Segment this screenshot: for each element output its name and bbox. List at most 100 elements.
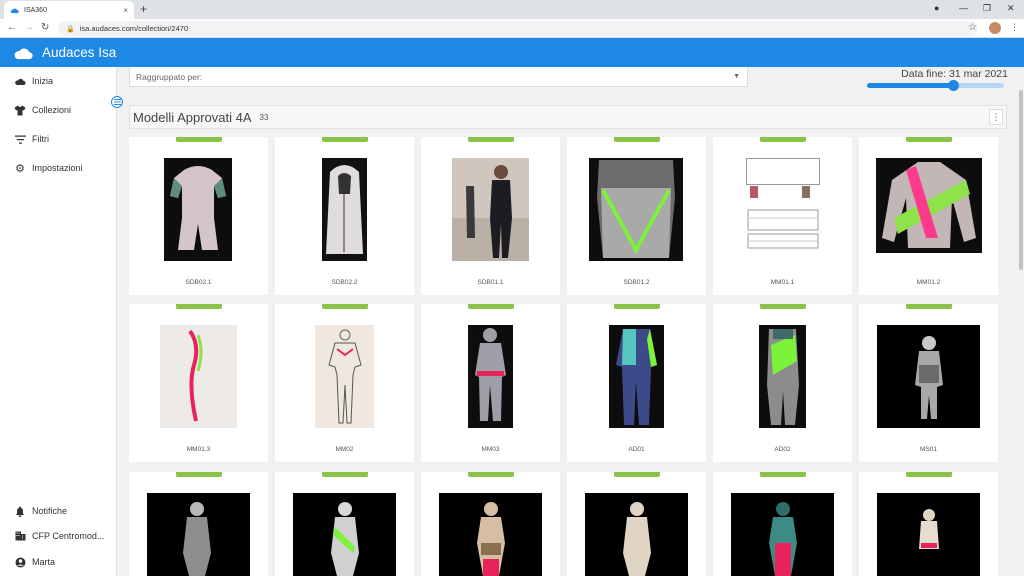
model-card[interactable]: MM01.3 xyxy=(129,304,268,462)
sidebar-item-label: Inizia xyxy=(32,76,54,86)
close-tab-icon[interactable]: × xyxy=(123,6,128,15)
model-label: SDB02.1 xyxy=(185,279,212,286)
model-card[interactable]: MS01 xyxy=(859,304,998,462)
status-bar xyxy=(614,304,660,309)
browser-tab[interactable]: ISA360 × xyxy=(4,1,134,19)
model-thumbnail[interactable] xyxy=(147,493,250,576)
model-thumbnail[interactable] xyxy=(439,493,542,576)
model-card[interactable]: SDB02.1 xyxy=(129,137,268,295)
browser-menu-icon[interactable]: ⋮ xyxy=(1010,22,1019,33)
sidebar-item-label: Filtri xyxy=(32,134,49,144)
model-card[interactable]: SDB02.2 xyxy=(275,137,414,295)
date-end-label: Data fine: 31 mar 2021 xyxy=(901,68,1008,80)
model-card[interactable]: AD01 xyxy=(567,304,706,462)
model-card[interactable]: MM03 xyxy=(421,304,560,462)
model-thumbnail[interactable] xyxy=(877,493,980,576)
status-bar xyxy=(468,137,514,142)
back-arrow-icon[interactable]: ← xyxy=(7,22,17,33)
profile-avatar[interactable] xyxy=(989,22,1001,34)
model-label: MM01.1 xyxy=(770,279,795,286)
sidebar-item-inizia[interactable]: Inizia xyxy=(14,75,53,87)
model-thumbnail[interactable] xyxy=(452,158,529,261)
status-bar xyxy=(760,304,806,309)
lock-icon: 🔒 xyxy=(66,25,75,33)
model-card[interactable] xyxy=(275,472,414,576)
user-icon xyxy=(14,556,26,568)
model-card[interactable]: MM01.1 xyxy=(713,137,852,295)
sidebar-item-collezioni[interactable]: Collezioni xyxy=(14,104,71,116)
model-card[interactable]: AD02 xyxy=(713,304,852,462)
address-bar[interactable]: 🔒 isa.audaces.com/collection/2470 xyxy=(58,21,978,36)
section-menu-button[interactable]: ⋮ xyxy=(989,109,1003,125)
sidebar-item-filtri[interactable]: Filtri xyxy=(14,133,49,145)
model-label: MM01.3 xyxy=(186,446,211,453)
model-thumbnail[interactable] xyxy=(322,158,367,261)
group-by-select[interactable]: Raggruppato per: ▼ xyxy=(129,67,748,87)
status-bar xyxy=(176,137,222,142)
filter-icon xyxy=(14,133,26,145)
status-bar xyxy=(176,304,222,309)
status-bar xyxy=(176,472,222,477)
date-slider-handle[interactable] xyxy=(948,80,960,91)
close-window-button[interactable]: ✕ xyxy=(1007,3,1015,14)
model-label: MM02 xyxy=(335,446,354,453)
model-thumbnail[interactable] xyxy=(468,325,513,428)
status-bar xyxy=(760,472,806,477)
minimize-button[interactable]: — xyxy=(959,3,968,13)
reload-icon[interactable]: ↻ xyxy=(41,22,49,33)
collection-section-header: Modelli Approvati 4A 33 ⋮ xyxy=(129,105,1007,129)
model-thumbnail[interactable] xyxy=(759,325,806,428)
model-thumbnail[interactable] xyxy=(315,325,374,428)
model-thumbnail[interactable] xyxy=(589,158,683,261)
model-card[interactable] xyxy=(859,472,998,576)
sidebar-toggle-button[interactable] xyxy=(111,96,123,108)
browser-toolbar: ← → ↻ 🔒 isa.audaces.com/collection/2470 … xyxy=(0,19,1024,38)
model-label: SDB01.2 xyxy=(623,279,650,286)
sidebar-item-notifiche[interactable]: Notifiche xyxy=(14,505,67,517)
sidebar-item-label: Notifiche xyxy=(32,506,68,516)
sidebar-item-organization[interactable]: CFP Centromod... xyxy=(14,530,104,542)
model-card[interactable] xyxy=(129,472,268,576)
status-bar xyxy=(614,137,660,142)
model-thumbnail[interactable] xyxy=(876,158,982,253)
maximize-button[interactable]: ❐ xyxy=(983,3,991,14)
sidebar: Inizia Collezioni Filtri ⚙ Impostazioni … xyxy=(0,67,117,576)
sidebar-item-label: Marta xyxy=(32,557,56,567)
bookmark-star-icon[interactable]: ☆ xyxy=(968,22,977,33)
record-icon[interactable]: ● xyxy=(934,3,939,13)
model-card[interactable] xyxy=(421,472,560,576)
model-thumbnail[interactable] xyxy=(293,493,396,576)
forward-arrow-icon[interactable]: → xyxy=(24,22,34,33)
model-card[interactable]: MM01.2 xyxy=(859,137,998,295)
cloud-icon xyxy=(10,8,19,13)
browser-tabstrip: ISA360 × + ● — ❐ ✕ xyxy=(0,0,1024,19)
new-tab-button[interactable]: + xyxy=(140,2,147,16)
model-label: AD01 xyxy=(628,446,645,453)
status-bar xyxy=(614,472,660,477)
sidebar-item-impostazioni[interactable]: ⚙ Impostazioni xyxy=(14,162,82,175)
model-thumbnail[interactable] xyxy=(877,325,980,428)
model-thumbnail[interactable] xyxy=(609,325,664,428)
model-thumbnail[interactable] xyxy=(746,158,820,261)
status-bar xyxy=(322,137,368,142)
sidebar-item-user[interactable]: Marta xyxy=(14,556,55,568)
section-title: Modelli Approvati 4A xyxy=(133,109,252,125)
model-card[interactable]: MM02 xyxy=(275,304,414,462)
status-bar xyxy=(760,137,806,142)
model-thumbnail[interactable] xyxy=(585,493,688,576)
cloud-logo-icon xyxy=(14,47,33,59)
app-header: Audaces Isa xyxy=(0,38,1024,67)
model-card[interactable]: SDB01.2 xyxy=(567,137,706,295)
model-thumbnail[interactable] xyxy=(160,325,237,428)
model-thumbnail[interactable] xyxy=(164,158,232,261)
scrollbar-thumb[interactable] xyxy=(1019,90,1023,270)
building-icon xyxy=(14,530,26,542)
model-card[interactable]: SDB01.1 xyxy=(421,137,560,295)
model-label: SDB02.2 xyxy=(331,279,358,286)
url-text: isa.audaces.com/collection/2470 xyxy=(79,24,189,33)
model-thumbnail[interactable] xyxy=(731,493,834,576)
date-slider-fill xyxy=(867,83,954,88)
model-card[interactable] xyxy=(567,472,706,576)
model-card[interactable] xyxy=(713,472,852,576)
date-slider[interactable] xyxy=(867,80,1004,91)
